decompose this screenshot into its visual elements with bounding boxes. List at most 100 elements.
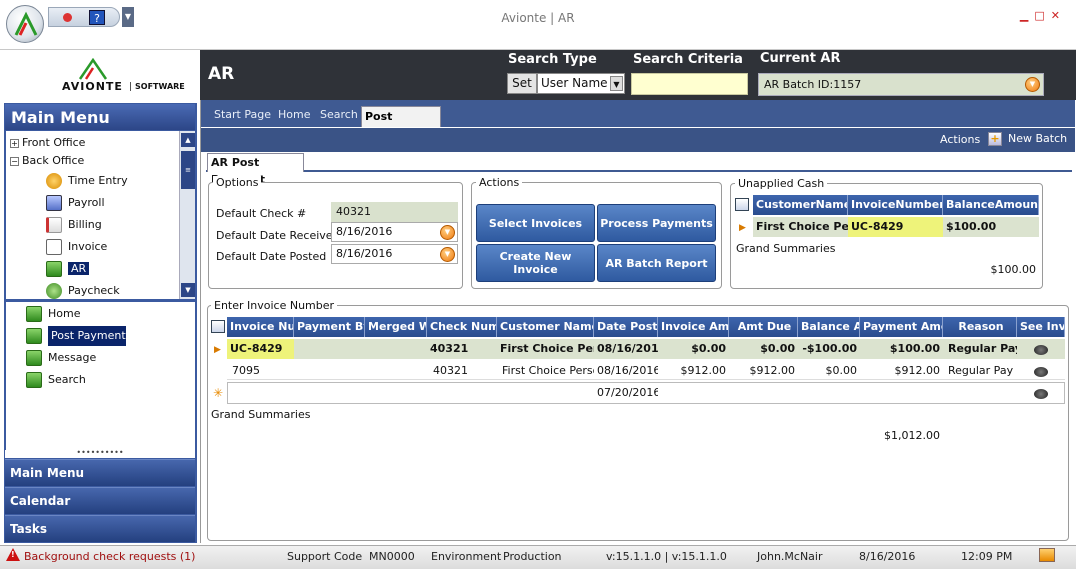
ledger-icon <box>26 372 42 388</box>
support-code-value: MN0000 <box>369 550 415 563</box>
ar-batch-report-button[interactable]: AR Batch Report <box>597 244 716 282</box>
check-num-cell[interactable]: 40321 <box>427 339 497 359</box>
invoice-amount-cell[interactable]: $912.00 <box>658 361 729 381</box>
recent-item-search[interactable]: Search <box>26 370 86 390</box>
col-header-see-invoice[interactable]: See Inv <box>1017 317 1065 337</box>
status-time: 12:09 PM <box>961 550 1013 563</box>
current-ar-select[interactable]: AR Batch ID:1157 ▼ <box>758 73 1044 96</box>
grid-chooser-icon[interactable] <box>211 320 225 333</box>
tree-label: Back Office <box>22 154 85 167</box>
reason-cell[interactable]: Regular Pay <box>945 339 1017 359</box>
new-batch-button[interactable]: + New Batch <box>988 132 1067 146</box>
customer-name-cell[interactable]: First Choice Perso <box>499 361 594 381</box>
calendar-dropdown-icon[interactable]: ▼ <box>440 225 455 240</box>
col-header-customername[interactable]: CustomerName <box>753 195 848 215</box>
scroll-down-icon[interactable]: ▼ <box>181 283 195 297</box>
col-header-payment-amount[interactable]: Payment Amo <box>860 317 943 337</box>
col-header-invoice-amount[interactable]: Invoice Am <box>658 317 729 337</box>
options-title: Options <box>213 176 262 189</box>
warning-icon[interactable]: ! <box>6 548 20 561</box>
support-code-label: Support Code <box>287 550 363 563</box>
scroll-thumb[interactable]: ≡ <box>181 151 195 189</box>
search-criteria-input[interactable] <box>631 73 748 95</box>
close-icon[interactable]: ✕ <box>1051 9 1066 22</box>
tab-home[interactable]: Home <box>278 108 310 121</box>
col-header-balanceamount[interactable]: BalanceAmount <box>943 195 1039 215</box>
amt-due-cell[interactable]: $0.00 <box>729 339 798 359</box>
tree-item-back-office[interactable]: − Back Office <box>10 151 84 171</box>
recent-item-home[interactable]: Home <box>26 304 80 324</box>
check-num-cell[interactable]: 40321 <box>430 361 497 381</box>
actions-button[interactable]: Actions <box>940 133 980 146</box>
tab-search[interactable]: Search <box>320 108 358 121</box>
tree-item-payroll[interactable]: Payroll <box>46 193 105 213</box>
nav-tasks[interactable]: Tasks <box>5 515 195 542</box>
col-header-merged-with[interactable]: Merged W <box>365 317 427 337</box>
tree-item-front-office[interactable]: + Front Office <box>10 133 85 153</box>
select-invoices-button[interactable]: Select Invoices <box>476 204 595 242</box>
nav-calendar[interactable]: Calendar <box>5 487 195 514</box>
recent-label: Post Payment <box>48 326 126 346</box>
see-invoice-icon[interactable] <box>1034 367 1048 377</box>
recent-item-message[interactable]: Message <box>26 348 96 368</box>
tree-item-time-entry[interactable]: Time Entry <box>46 171 128 191</box>
col-header-payment-by[interactable]: Payment By <box>294 317 365 337</box>
payment-amount-cell[interactable]: $100.00 <box>860 339 943 359</box>
col-header-amt-due[interactable]: Amt Due <box>729 317 798 337</box>
calendar-dropdown-icon[interactable]: ▼ <box>440 247 455 262</box>
tab-post-payment[interactable]: Post Payment <box>361 106 441 142</box>
col-header-date-posted[interactable]: Date Poste <box>594 317 658 337</box>
window-title: Avionte | AR <box>501 11 575 25</box>
grid-chooser-icon[interactable] <box>735 198 749 211</box>
invoice-amount-cell[interactable]: $0.00 <box>658 339 729 359</box>
tree-scrollbar[interactable]: ▲ ≡ ▼ <box>179 131 195 299</box>
pane-splitter[interactable]: •••••••••• <box>5 449 195 458</box>
balance-amount-cell[interactable]: $0.00 <box>798 361 860 381</box>
date-posted-field[interactable]: 8/16/2016 ▼ <box>331 244 458 264</box>
notification-icon[interactable] <box>1039 548 1055 562</box>
col-header-balance-amount[interactable]: Balance A <box>798 317 860 337</box>
col-header-customer-name[interactable]: Customer Name <box>497 317 594 337</box>
balance-amount-cell[interactable]: -$100.00 <box>798 339 860 359</box>
new-batch-label: New Batch <box>1008 132 1068 145</box>
dropdown-icon[interactable]: ▼ <box>1025 77 1040 92</box>
nav-main-menu[interactable]: Main Menu <box>5 459 195 486</box>
customer-name-cell[interactable]: First Choice Pers <box>497 339 594 359</box>
col-header-reason[interactable]: Reason <box>943 317 1017 337</box>
create-new-invoice-button[interactable]: Create New Invoice <box>476 244 595 282</box>
date-posted-cell[interactable]: 07/20/2016 <box>594 383 658 403</box>
date-posted-cell[interactable]: 08/16/2016 <box>594 339 658 359</box>
col-header-invoice-number[interactable]: Invoice Nu <box>227 317 294 337</box>
process-payments-button[interactable]: Process Payments <box>597 204 716 242</box>
expand-icon[interactable]: + <box>10 138 19 148</box>
tree-item-paycheck[interactable]: Paycheck <box>46 281 120 299</box>
invoice-number-cell[interactable]: UC-8429 <box>227 339 294 359</box>
unapplied-balance-cell: $100.00 <box>946 220 997 233</box>
date-posted-cell[interactable]: 08/16/2016 <box>594 361 658 381</box>
chevron-down-icon[interactable]: ▼ <box>610 76 623 91</box>
minimize-icon[interactable]: ▁ <box>1020 9 1034 22</box>
recent-item-post-payment[interactable]: Post Payment <box>26 326 126 346</box>
tree-item-billing[interactable]: Billing <box>46 215 102 235</box>
col-header-invoicenumber[interactable]: InvoiceNumber <box>848 195 943 215</box>
amt-due-cell[interactable]: $912.00 <box>729 361 798 381</box>
avionte-logo: AVIONTE SOFTWARE <box>62 58 185 98</box>
payment-amount-cell[interactable]: $912.00 <box>860 361 943 381</box>
background-check-link[interactable]: Background check requests (1) <box>24 550 195 563</box>
reason-cell[interactable]: Regular Pay <box>945 361 1017 381</box>
see-invoice-icon[interactable] <box>1034 345 1048 355</box>
date-received-field[interactable]: 8/16/2016 ▼ <box>331 222 458 242</box>
see-invoice-icon[interactable] <box>1034 389 1048 399</box>
subtab-ar-post-payment[interactable]: AR Post Payment <box>207 153 304 186</box>
tree-item-invoice[interactable]: Invoice <box>46 237 107 257</box>
tab-start-page[interactable]: Start Page <box>214 108 271 121</box>
invoice-number-cell[interactable]: 7095 <box>229 361 296 381</box>
scroll-up-icon[interactable]: ▲ <box>181 133 195 147</box>
search-type-select[interactable]: User Name ▼ <box>537 73 625 94</box>
collapse-icon[interactable]: − <box>10 156 19 166</box>
set-button[interactable]: Set <box>507 73 537 94</box>
tree-item-ar[interactable]: AR <box>46 259 90 279</box>
col-header-check-num[interactable]: Check Num <box>427 317 497 337</box>
maximize-icon[interactable]: □ <box>1034 9 1050 22</box>
default-check-field[interactable]: 40321 <box>331 202 458 222</box>
